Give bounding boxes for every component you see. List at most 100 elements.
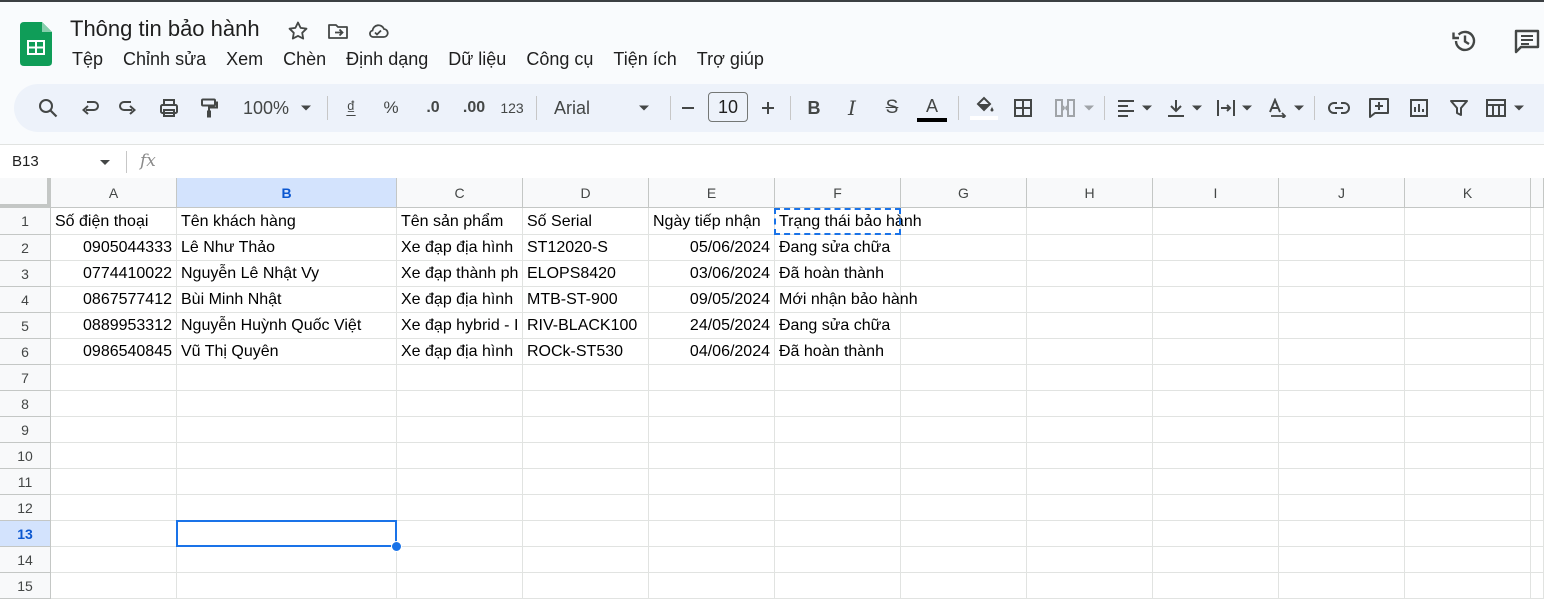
bold-icon[interactable]: B <box>802 84 826 132</box>
cell-i9[interactable] <box>1153 417 1279 443</box>
cell-g1[interactable] <box>901 208 1027 235</box>
row-header-12[interactable]: 12 <box>0 495 51 521</box>
cell-g15[interactable] <box>901 573 1027 599</box>
cell-b6[interactable]: Vũ Thị Quyên <box>177 339 397 365</box>
cell-d12[interactable] <box>523 495 649 521</box>
cell-h4[interactable] <box>1027 287 1153 313</box>
menu-file[interactable]: Tệp <box>62 47 113 72</box>
cell-g10[interactable] <box>901 443 1027 469</box>
cell-a1[interactable]: Số điện thoại <box>51 208 177 235</box>
cell-d9[interactable] <box>523 417 649 443</box>
column-header-g[interactable]: G <box>901 178 1027 208</box>
cell-d1[interactable]: Số Serial <box>523 208 649 235</box>
cell-k12[interactable] <box>1405 495 1531 521</box>
cell-c14[interactable] <box>397 547 523 573</box>
cell-b12[interactable] <box>177 495 397 521</box>
cell-h7[interactable] <box>1027 365 1153 391</box>
decrease-font-size-icon[interactable] <box>678 84 698 132</box>
print-icon[interactable] <box>154 84 184 132</box>
cell-f9[interactable] <box>775 417 901 443</box>
cell-a6[interactable]: 0986540845 <box>51 339 177 365</box>
cell-h9[interactable] <box>1027 417 1153 443</box>
cell-d14[interactable] <box>523 547 649 573</box>
cell-b11[interactable] <box>177 469 397 495</box>
insert-chart-icon[interactable] <box>1406 84 1432 132</box>
text-color-icon[interactable]: A <box>916 84 948 132</box>
horizontal-align-dropdown-icon[interactable] <box>1140 84 1154 132</box>
cloud-saved-icon[interactable] <box>366 19 390 43</box>
document-title[interactable]: Thông tin bảo hành <box>70 16 260 42</box>
cell-l3[interactable] <box>1531 261 1544 287</box>
cell-l7[interactable] <box>1531 365 1544 391</box>
cell-b4[interactable]: Bùi Minh Nhật <box>177 287 397 313</box>
cell-f8[interactable] <box>775 391 901 417</box>
italic-icon[interactable]: I <box>840 84 864 132</box>
cell-d7[interactable] <box>523 365 649 391</box>
cell-k6[interactable] <box>1405 339 1531 365</box>
cell-e15[interactable] <box>649 573 775 599</box>
cell-j9[interactable] <box>1279 417 1405 443</box>
cell-j7[interactable] <box>1279 365 1405 391</box>
column-header-i[interactable]: I <box>1153 178 1279 208</box>
cell-i11[interactable] <box>1153 469 1279 495</box>
cell-b13[interactable] <box>177 521 397 547</box>
cell-g2[interactable] <box>901 235 1027 261</box>
cell-e5[interactable]: 24/05/2024 <box>649 313 775 339</box>
cell-d11[interactable] <box>523 469 649 495</box>
merge-dropdown-icon[interactable] <box>1082 84 1096 132</box>
cell-f6[interactable]: Đã hoàn thành <box>775 339 901 365</box>
cell-c7[interactable] <box>397 365 523 391</box>
cell-d3[interactable]: ELOPS8420 <box>523 261 649 287</box>
cell-f10[interactable] <box>775 443 901 469</box>
cell-e10[interactable] <box>649 443 775 469</box>
cell-c11[interactable] <box>397 469 523 495</box>
cell-c12[interactable] <box>397 495 523 521</box>
cell-b15[interactable] <box>177 573 397 599</box>
cell-j3[interactable] <box>1279 261 1405 287</box>
undo-icon[interactable] <box>76 84 104 132</box>
cell-h3[interactable] <box>1027 261 1153 287</box>
row-header-3[interactable]: 3 <box>0 261 51 287</box>
cell-k5[interactable] <box>1405 313 1531 339</box>
cell-g12[interactable] <box>901 495 1027 521</box>
cell-e14[interactable] <box>649 547 775 573</box>
vertical-align-icon[interactable] <box>1164 84 1188 132</box>
sheets-logo-icon[interactable] <box>20 22 52 66</box>
cell-h2[interactable] <box>1027 235 1153 261</box>
select-all-corner[interactable] <box>0 178 51 208</box>
cell-a3[interactable]: 0774410022 <box>51 261 177 287</box>
strikethrough-icon[interactable]: S <box>878 84 906 132</box>
menu-view[interactable]: Xem <box>216 47 273 72</box>
star-icon[interactable] <box>286 19 310 43</box>
cell-l4[interactable] <box>1531 287 1544 313</box>
cell-b1[interactable]: Tên khách hàng <box>177 208 397 235</box>
cell-d13[interactable] <box>523 521 649 547</box>
row-header-6[interactable]: 6 <box>0 339 51 365</box>
cell-d5[interactable]: RIV-BLACK100 <box>523 313 649 339</box>
cell-j14[interactable] <box>1279 547 1405 573</box>
cell-l12[interactable] <box>1531 495 1544 521</box>
cell-c1[interactable]: Tên sản phẩm <box>397 208 523 235</box>
font-dropdown-icon[interactable] <box>636 84 652 132</box>
insert-comment-icon[interactable] <box>1366 84 1392 132</box>
cell-a11[interactable] <box>51 469 177 495</box>
cell-h1[interactable] <box>1027 208 1153 235</box>
column-header-f[interactable]: F <box>775 178 901 208</box>
redo-icon[interactable] <box>114 84 142 132</box>
cell-j2[interactable] <box>1279 235 1405 261</box>
cell-l15[interactable] <box>1531 573 1544 599</box>
row-header-11[interactable]: 11 <box>0 469 51 495</box>
cell-i1[interactable] <box>1153 208 1279 235</box>
filter-views-dropdown-icon[interactable] <box>1512 84 1526 132</box>
font-select[interactable]: Arial <box>554 84 614 132</box>
cell-f5[interactable]: Đang sửa chữa <box>775 313 901 339</box>
cell-j4[interactable] <box>1279 287 1405 313</box>
cell-i13[interactable] <box>1153 521 1279 547</box>
cell-k11[interactable] <box>1405 469 1531 495</box>
cell-c9[interactable] <box>397 417 523 443</box>
cell-d8[interactable] <box>523 391 649 417</box>
cell-a5[interactable]: 0889953312 <box>51 313 177 339</box>
cell-h11[interactable] <box>1027 469 1153 495</box>
vertical-align-dropdown-icon[interactable] <box>1190 84 1204 132</box>
cell-h5[interactable] <box>1027 313 1153 339</box>
